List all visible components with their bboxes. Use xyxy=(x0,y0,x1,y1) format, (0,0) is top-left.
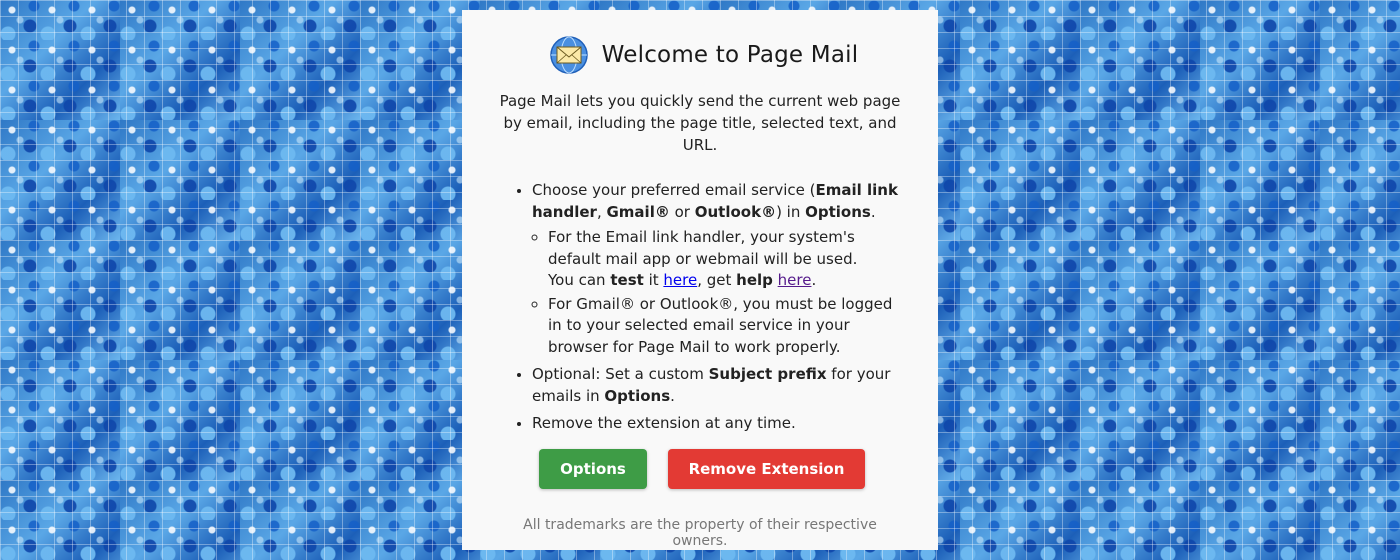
help-here-link[interactable]: here xyxy=(778,271,812,289)
instructions-list: Choose your preferred email service (Ema… xyxy=(498,180,902,435)
text: . xyxy=(670,386,675,405)
bold-subject-prefix: Subject prefix xyxy=(708,365,827,383)
test-here-link[interactable]: here xyxy=(663,271,697,289)
page-title: Welcome to Page Mail xyxy=(601,42,859,68)
text: . xyxy=(870,202,876,221)
list-item-subject-prefix: Optional: Set a custom Subject prefix fo… xyxy=(532,364,902,407)
remove-extension-button[interactable]: Remove Extension xyxy=(668,448,865,489)
header: Welcome to Page Mail xyxy=(506,36,902,74)
bold-outlook: Outlook® xyxy=(694,202,777,221)
list-item-choose-service: Choose your preferred email service (Ema… xyxy=(532,180,902,358)
bold-gmail: Gmail® xyxy=(606,202,670,221)
text: ) in xyxy=(776,202,806,221)
text: You can xyxy=(548,271,611,289)
text: it xyxy=(643,271,664,289)
bold-options: Options xyxy=(805,202,871,221)
sub-item-gmail-outlook: For Gmail® or Outlook®, you must be logg… xyxy=(548,294,902,359)
trademark-footer: All trademarks are the property of their… xyxy=(523,516,877,549)
options-button[interactable]: Options xyxy=(539,448,647,489)
bold-test: test xyxy=(610,271,644,289)
bold-options: Options xyxy=(604,386,671,405)
text: Optional: Set a custom xyxy=(532,365,709,383)
text: For the Email link handler, your system'… xyxy=(548,228,858,268)
text: , get xyxy=(697,271,737,289)
sub-list: For the Email link handler, your system'… xyxy=(532,227,902,358)
sub-item-email-link-handler: For the Email link handler, your system'… xyxy=(548,227,902,292)
text: or xyxy=(669,202,695,221)
text: Choose your preferred email service ( xyxy=(532,181,816,199)
text: . xyxy=(811,271,817,289)
button-row: Options Remove Extension xyxy=(502,448,902,489)
welcome-panel: Welcome to Page Mail Page Mail lets you … xyxy=(462,10,938,550)
list-item-remove: Remove the extension at any time. xyxy=(532,413,902,435)
intro-text: Page Mail lets you quickly send the curr… xyxy=(499,92,901,154)
bold-help: help xyxy=(736,271,773,289)
envelope-globe-icon xyxy=(549,36,588,74)
